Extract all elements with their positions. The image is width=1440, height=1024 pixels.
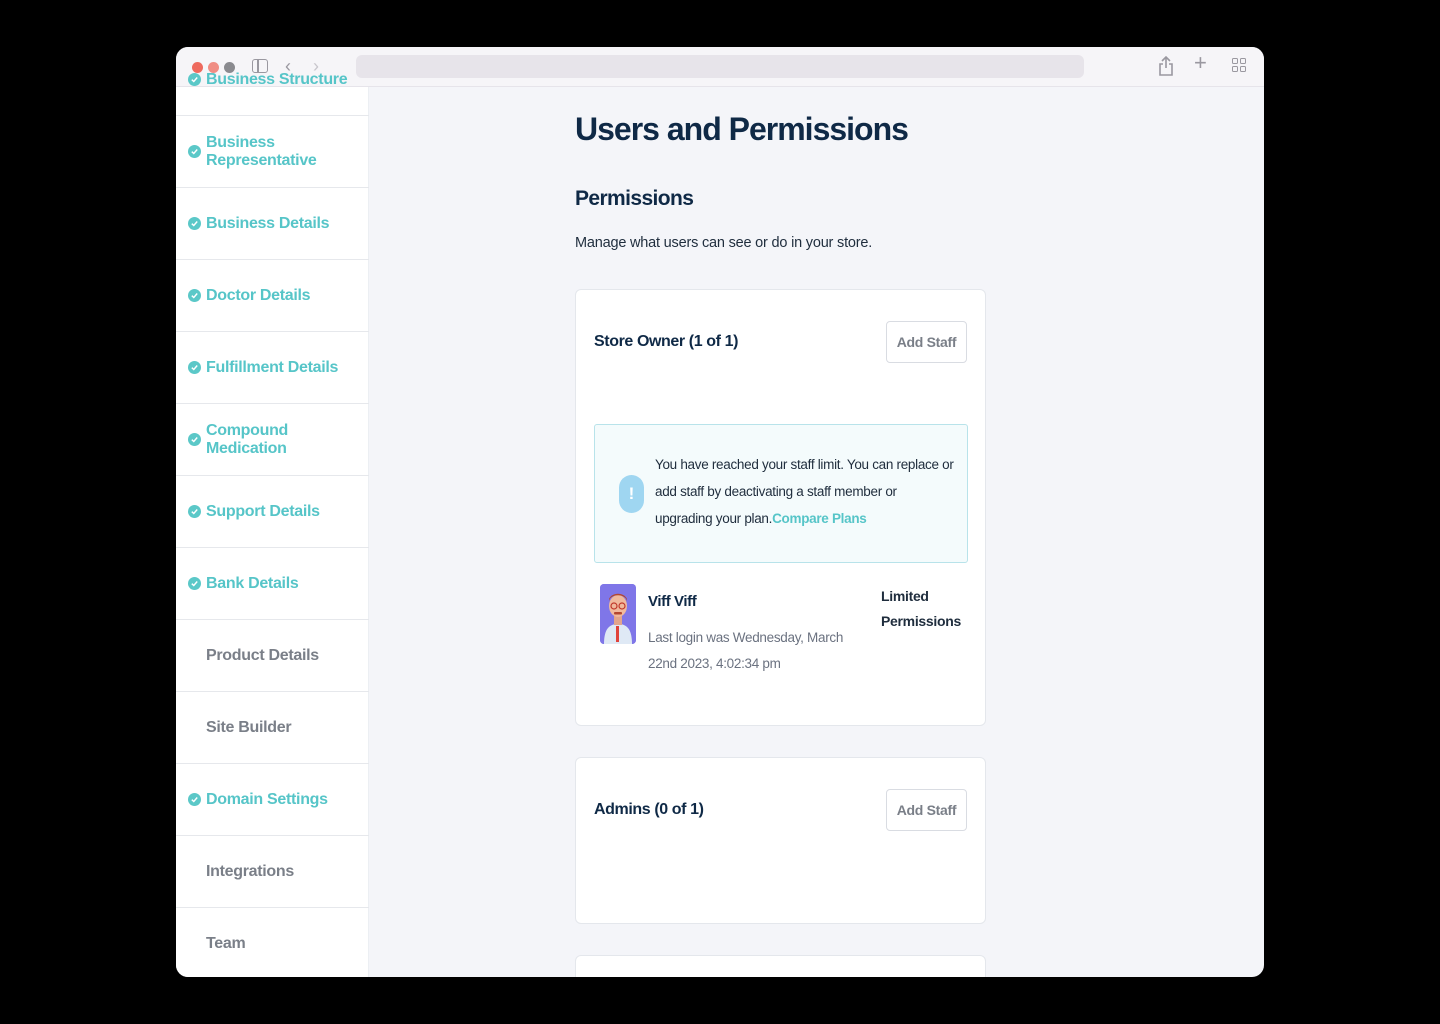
sidebar-item-label: Domain Settings [206,790,328,808]
sidebar-item-support-details[interactable]: Support Details [176,476,369,548]
share-icon[interactable] [1158,55,1174,81]
sidebar-item-business-structure[interactable]: Business Structure [176,47,369,116]
user-last-login: Last login was Wednesday, March 22nd 202… [648,630,844,671]
main-content: Users and Permissions Permissions Manage… [369,87,1264,977]
check-circle-icon [188,73,201,86]
check-circle-icon [188,145,201,158]
check-circle-icon [188,289,201,302]
sidebar-item-doctor-details[interactable]: Doctor Details [176,260,369,332]
user-role: Limited Permissions [881,588,961,629]
check-circle-icon [188,361,201,374]
sidebar-item-business-representative[interactable]: Business Representative [176,116,369,188]
sidebar-item-business-details[interactable]: Business Details [176,188,369,260]
admins-title: Admins (0 of 1) [594,801,704,818]
add-staff-button[interactable]: Add Staff [886,321,967,363]
sidebar-item-domain-settings[interactable]: Domain Settings [176,764,369,836]
address-bar[interactable] [356,55,1084,78]
sidebar-item-fulfillment-details[interactable]: Fulfillment Details [176,332,369,404]
store-owner-card: Store Owner (1 of 1) Add Staff ! You hav… [575,289,986,726]
new-tab-icon[interactable]: + [1194,52,1207,74]
sidebar-item-compound-medication[interactable]: Compound Medication [176,404,369,476]
sidebar-item-team[interactable]: Team [176,908,369,977]
check-circle-icon [188,217,201,230]
section-description: Manage what users can see or do in your … [575,235,873,251]
sidebar-item-label: Site Builder [206,718,292,736]
sidebar-item-product-details[interactable]: Product Details [176,620,369,692]
compare-plans-link[interactable]: Compare Plans [772,511,867,526]
sidebar-item-label: Support Details [206,502,320,520]
next-role-card [575,955,986,977]
store-owner-title: Store Owner (1 of 1) [594,333,739,350]
check-circle-icon [188,793,201,806]
sidebar-item-label: Business Representative [206,133,317,169]
avatar [600,584,636,644]
tab-overview-icon[interactable] [1232,58,1248,74]
info-icon: ! [619,475,644,513]
sidebar-item-label: Business Structure [206,70,348,88]
check-circle-icon [188,433,201,446]
sidebar-item-label: Bank Details [206,574,299,592]
sidebar-item-label: Integrations [206,862,294,880]
page-title: Users and Permissions [575,111,909,147]
add-admin-staff-button[interactable]: Add Staff [886,789,967,831]
sidebar-item-label: Team [206,934,246,952]
sidebar-item-bank-details[interactable]: Bank Details [176,548,369,620]
sidebar-item-label: Doctor Details [206,286,311,304]
sidebar-item-integrations[interactable]: Integrations [176,836,369,908]
onboarding-sidebar: Business Structure Business Representativ… [176,71,369,977]
staff-limit-alert: ! You have reached your staff limit. You… [594,424,968,563]
sidebar-item-label: Product Details [206,646,319,664]
section-title: Permissions [575,187,694,210]
sidebar-item-site-builder[interactable]: Site Builder [176,692,369,764]
check-circle-icon [188,577,201,590]
alert-text: You have reached your staff limit. You c… [655,451,955,532]
sidebar-item-label: Fulfillment Details [206,358,339,376]
admins-card: Admins (0 of 1) Add Staff [575,757,986,924]
sidebar-item-label: Compound Medication [206,421,289,457]
check-circle-icon [188,505,201,518]
browser-window: ‹ › + Business Structure Business Represe… [176,47,1264,977]
sidebar-item-label: Business Details [206,214,330,232]
user-name: Viff Viff [648,593,697,610]
